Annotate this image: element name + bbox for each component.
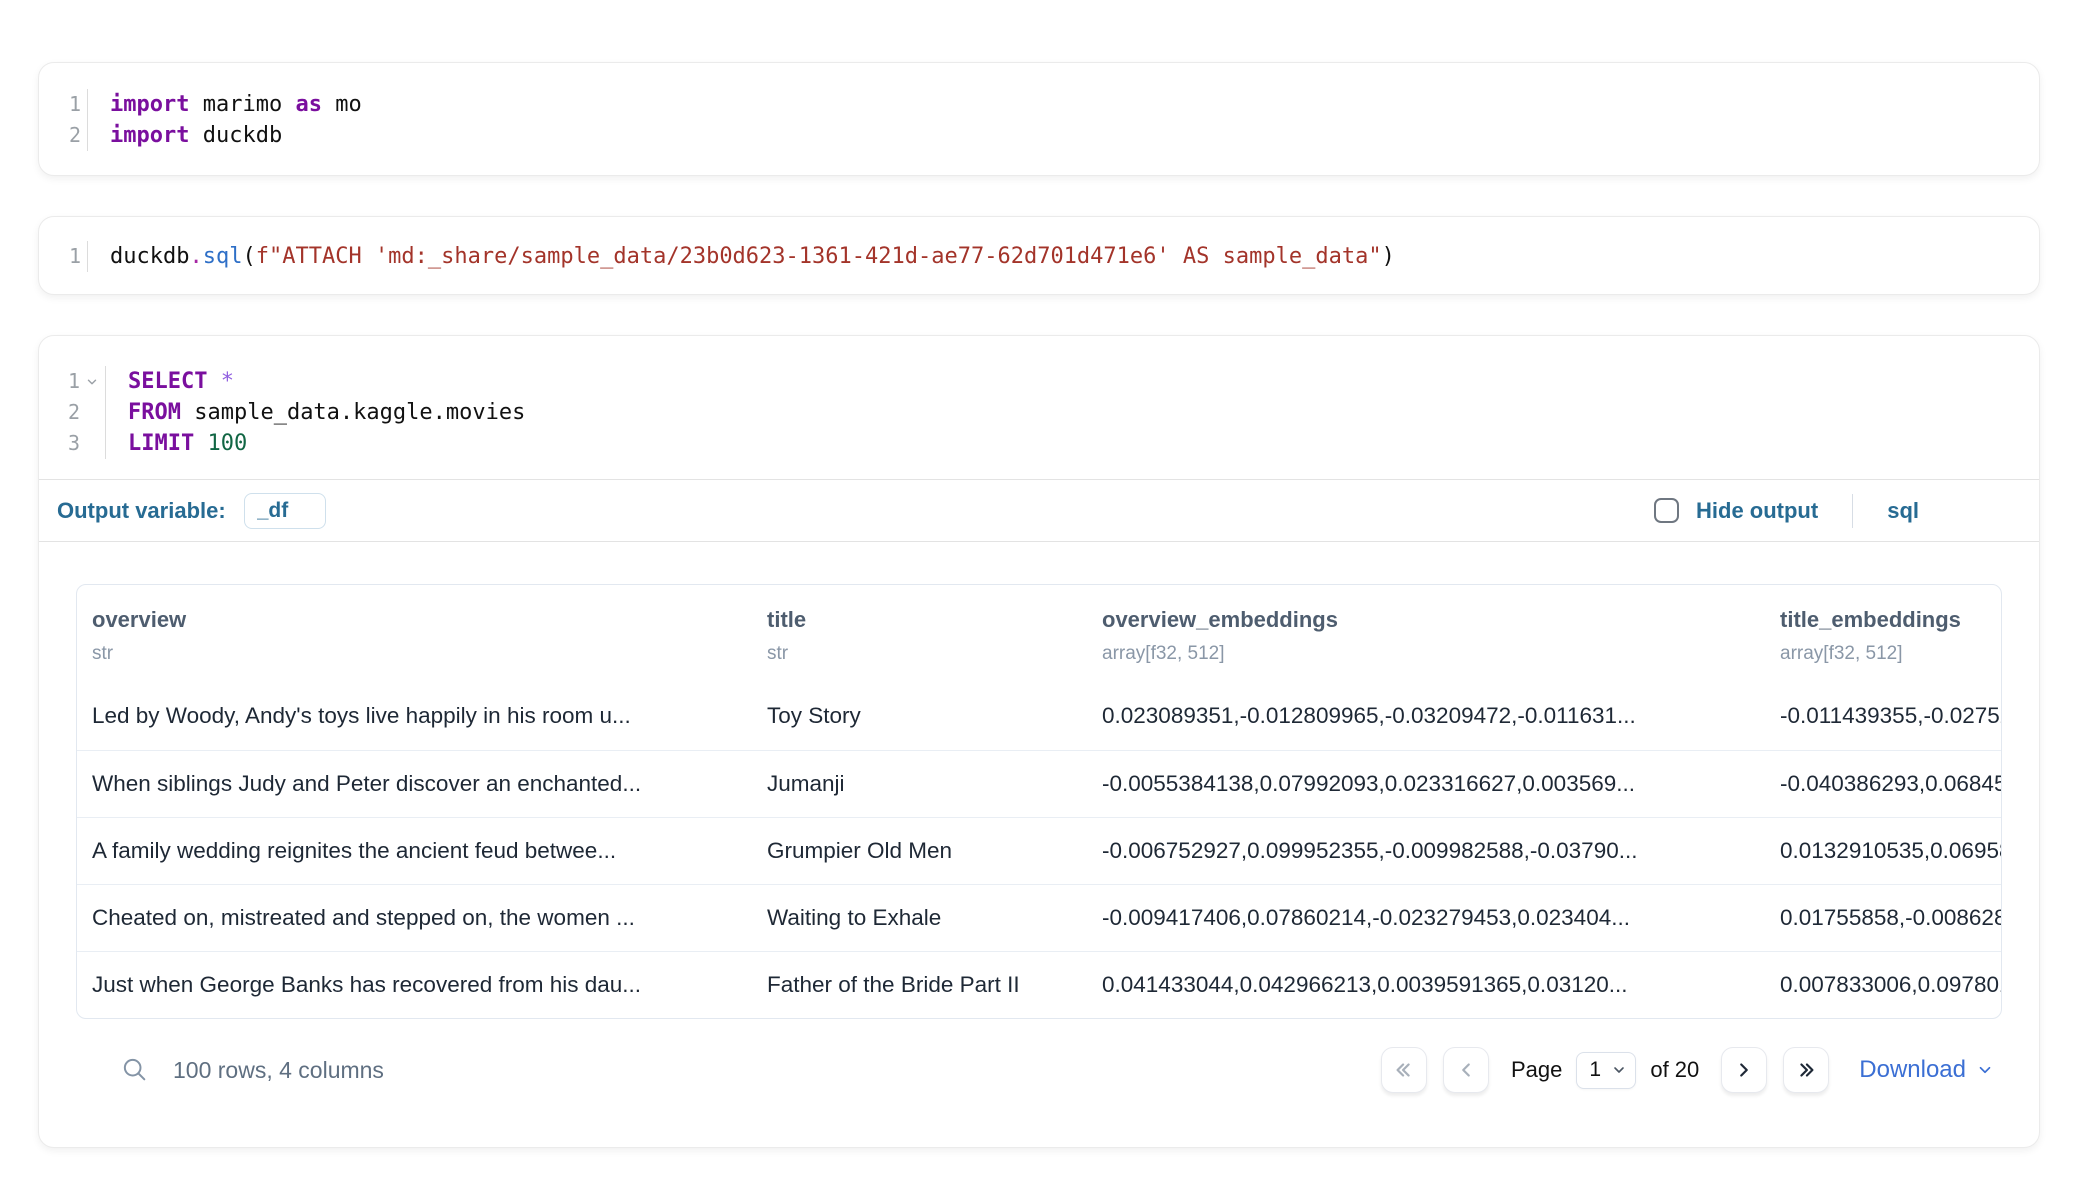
column-header-overview-embeddings[interactable]: overview_embeddings array[f32, 512] [1087, 585, 1765, 683]
table-row[interactable]: Cheated on, mistreated and stepped on, t… [77, 884, 2002, 951]
code-text[interactable]: duckdb.sql(f"ATTACH 'md:_share/sample_da… [87, 241, 1395, 272]
table-row[interactable]: Just when George Banks has recovered fro… [77, 951, 2002, 1018]
cell-title: Toy Story [752, 683, 1087, 750]
page-number-value: 1 [1589, 1058, 1601, 1082]
line-number: 1 [69, 241, 81, 272]
code-line: 1 SELECT * [39, 366, 2039, 397]
hide-output-label: Hide output [1696, 498, 1818, 524]
table-row[interactable]: When siblings Judy and Peter discover an… [77, 750, 2002, 817]
cell-overview-embeddings: 0.023089351,-0.012809965,-0.03209472,-0.… [1087, 683, 1765, 750]
column-header-overview[interactable]: overview str [77, 585, 752, 683]
row-count-summary: 100 rows, 4 columns [173, 1057, 384, 1084]
code-text[interactable]: LIMIT 100 [105, 428, 247, 459]
dataframe-table: overview str title str overview_embeddin… [76, 584, 2002, 1019]
cell-title: Jumanji [752, 750, 1087, 817]
chevrons-left-icon [1393, 1059, 1415, 1081]
sql-code-editor[interactable]: 1 SELECT * 2 FROM sample_data.kaggle.mov… [39, 366, 2039, 459]
code-line: 1 duckdb.sql(f"ATTACH 'md:_share/sample_… [39, 241, 2039, 272]
table-header-row: overview str title str overview_embeddin… [77, 585, 2002, 683]
cell-overview-embeddings: 0.041433044,0.042966213,0.0039591365,0.0… [1087, 951, 1765, 1018]
fold-chevron-down-icon[interactable] [85, 375, 99, 389]
cell-title: Waiting to Exhale [752, 884, 1087, 951]
cell-title-embeddings: 0.007833006,0.097801 [1765, 951, 2002, 1018]
cell-overview: Cheated on, mistreated and stepped on, t… [77, 884, 752, 951]
sql-cell-toolbar: Output variable: Hide output sql [39, 480, 2039, 542]
search-icon[interactable] [121, 1056, 149, 1084]
cell-title-embeddings: 0.0132910535,0.06958 [1765, 817, 2002, 884]
cell-overview: Just when George Banks has recovered fro… [77, 951, 752, 1018]
page-number-select[interactable]: 1 [1576, 1052, 1636, 1089]
cell-overview: When siblings Judy and Peter discover an… [77, 750, 752, 817]
cell-title-embeddings: -0.040386293,0.068451 [1765, 750, 2002, 817]
code-text[interactable]: import duckdb [87, 120, 282, 151]
cell-title: Father of the Bride Part II [752, 951, 1087, 1018]
chevron-down-icon [1611, 1062, 1627, 1078]
cell-overview: A family wedding reignites the ancient f… [77, 817, 752, 884]
code-cell-imports[interactable]: 1 import marimo as mo 2 import duckdb [38, 62, 2040, 176]
code-text[interactable]: import marimo as mo [87, 89, 362, 120]
last-page-button[interactable] [1783, 1047, 1829, 1093]
next-page-button[interactable] [1721, 1047, 1767, 1093]
previous-page-button[interactable] [1443, 1047, 1489, 1093]
cell-overview-embeddings: -0.009417406,0.07860214,-0.023279453,0.0… [1087, 884, 1765, 951]
table-footer: 100 rows, 4 columns Page 1 [76, 1019, 2002, 1147]
output-variable-label: Output variable: [57, 498, 226, 524]
code-line: 1 import marimo as mo [39, 89, 2039, 120]
chevrons-right-icon [1795, 1059, 1817, 1081]
line-number: 1 [68, 366, 80, 397]
first-page-button[interactable] [1381, 1047, 1427, 1093]
download-label: Download [1859, 1056, 1966, 1084]
language-badge[interactable]: sql [1887, 498, 1919, 524]
line-number: 2 [69, 120, 81, 151]
divider [1852, 494, 1853, 528]
column-header-title[interactable]: title str [752, 585, 1087, 683]
chevron-left-icon [1455, 1059, 1477, 1081]
cell-title: Grumpier Old Men [752, 817, 1087, 884]
table-row[interactable]: A family wedding reignites the ancient f… [77, 817, 2002, 884]
download-button[interactable]: Download [1859, 1056, 1994, 1084]
cell-overview-embeddings: -0.006752927,0.099952355,-0.009982588,-0… [1087, 817, 1765, 884]
code-line: 2 FROM sample_data.kaggle.movies [39, 397, 2039, 428]
page-label: Page [1511, 1057, 1562, 1083]
code-cell-attach[interactable]: 1 duckdb.sql(f"ATTACH 'md:_share/sample_… [38, 216, 2040, 295]
sql-cell[interactable]: 1 SELECT * 2 FROM sample_data.kaggle.mov… [38, 335, 2040, 1148]
line-number: 2 [68, 397, 80, 428]
table-row[interactable]: Led by Woody, Andy's toys live happily i… [77, 683, 2002, 750]
hide-output-checkbox[interactable] [1654, 498, 1679, 523]
cell-overview-embeddings: -0.0055384138,0.07992093,0.023316627,0.0… [1087, 750, 1765, 817]
output-variable-input[interactable] [244, 493, 326, 529]
sql-output: overview str title str overview_embeddin… [39, 542, 2039, 1147]
chevron-down-icon [1976, 1061, 1994, 1079]
code-text[interactable]: SELECT * [105, 366, 234, 397]
cell-overview: Led by Woody, Andy's toys live happily i… [77, 683, 752, 750]
cell-title-embeddings: 0.01755858,-0.0086286 [1765, 884, 2002, 951]
pagination: Page 1 of 20 [1381, 1047, 1994, 1093]
code-line: 2 import duckdb [39, 120, 2039, 151]
cell-title-embeddings: -0.011439355,-0.02752 [1765, 683, 2002, 750]
code-text[interactable]: FROM sample_data.kaggle.movies [105, 397, 525, 428]
page-total-label: of 20 [1650, 1057, 1699, 1083]
column-header-title-embeddings[interactable]: title_embeddings array[f32, 512] [1765, 585, 2002, 683]
line-number: 1 [69, 89, 81, 120]
chevron-right-icon [1733, 1059, 1755, 1081]
line-number: 3 [68, 428, 80, 459]
code-line: 3 LIMIT 100 [39, 428, 2039, 459]
